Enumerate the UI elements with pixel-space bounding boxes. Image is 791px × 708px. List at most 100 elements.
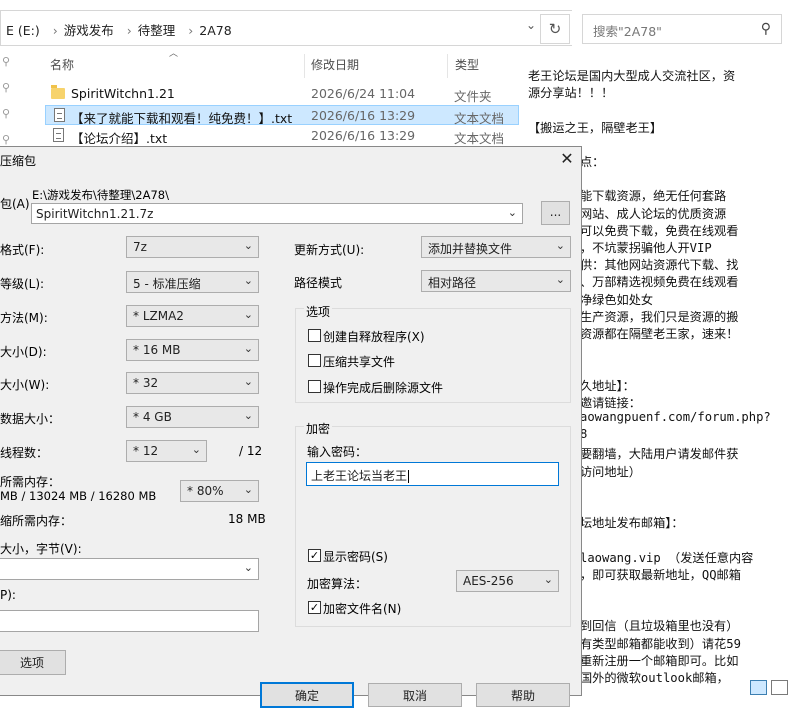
sfx-checkbox[interactable] xyxy=(308,329,321,342)
threads-select[interactable]: * 12 ⌄ xyxy=(126,440,207,462)
show-password-checkbox[interactable]: ✓ xyxy=(308,549,321,562)
column-header-name[interactable]: 名称 xyxy=(50,56,74,73)
level-select[interactable]: 5 - 标准压缩 ⌄ xyxy=(126,271,259,293)
text-file-icon xyxy=(54,108,65,122)
show-password-label[interactable]: 显示密码(S) xyxy=(323,548,388,565)
chevron-down-icon: ⌄ xyxy=(243,239,253,252)
file-row-selected[interactable]: 【来了就能下载和观看！纯免费！】.txt 2026/6/16 13:29 文本文… xyxy=(45,105,519,126)
options-button[interactable]: 选项 xyxy=(0,650,66,675)
column-header-type[interactable]: 类型 xyxy=(455,56,479,73)
archive-path: E:\游戏发布\待整理\2A78\ xyxy=(32,188,169,202)
preview-line: 网站、成人论坛的优质资源 xyxy=(580,206,727,221)
password-input[interactable]: 上老王论坛当老王 xyxy=(306,462,559,486)
chevron-down-icon: ⌄ xyxy=(243,342,253,355)
solid-block-label: 数据大小： xyxy=(0,412,61,426)
column-header-date[interactable]: 修改日期 xyxy=(311,56,359,73)
chevron-down-icon: ⌄ xyxy=(555,273,565,286)
preview-line: 坛地址发布邮箱】： xyxy=(580,516,684,531)
preview-line: 【搬运之王，隔壁老王】 xyxy=(528,120,663,135)
text-cursor xyxy=(408,470,410,483)
file-date: 2026/6/16 13:29 xyxy=(311,108,416,123)
password-label: 输入密码： xyxy=(307,445,368,459)
delete-after-label[interactable]: 操作完成后删除源文件 xyxy=(323,379,443,396)
file-name: 【论坛介绍】.txt xyxy=(71,131,168,146)
threads-value: * 12 xyxy=(133,444,159,458)
word-size-select[interactable]: * 32 ⌄ xyxy=(126,372,259,394)
search-input[interactable]: 搜索"2A78" ⚲ xyxy=(582,14,782,44)
encrypt-names-checkbox[interactable]: ✓ xyxy=(308,601,321,614)
delete-after-checkbox[interactable] xyxy=(308,380,321,393)
pin-icon: ⚲ xyxy=(2,107,11,120)
dictionary-select[interactable]: * 16 MB ⌄ xyxy=(126,339,259,361)
dialog-title: 压缩包 xyxy=(0,154,37,168)
file-row[interactable]: 【论坛介绍】.txt 2026/6/16 13:29 文本文档 xyxy=(45,126,519,146)
file-type: 文本文档 xyxy=(454,111,505,126)
search-icon[interactable]: ⚲ xyxy=(761,21,771,37)
preview-line: 可以免费下载，免费在线观看 xyxy=(580,223,739,238)
archive-name-input[interactable]: SpiritWitchn1.21.7z ⌄ xyxy=(31,203,523,224)
search-placeholder: 搜索"2A78" xyxy=(593,24,662,39)
preview-line: 到回信（且垃圾箱里也没有） xyxy=(580,619,739,634)
help-button[interactable]: 帮助 xyxy=(476,683,570,707)
cancel-button[interactable]: 取消 xyxy=(368,683,462,707)
file-date: 2026/6/24 11:04 xyxy=(311,86,416,101)
parameters-input[interactable] xyxy=(0,610,259,632)
chevron-down-icon: ⌄ xyxy=(243,483,253,496)
update-mode-label: 更新方式(U): xyxy=(294,243,365,257)
chevron-down-icon[interactable]: ⌄ xyxy=(508,206,517,219)
preview-line: 老王论坛是国内大型成人交流社区，资 xyxy=(528,69,736,83)
format-label: 格式(F): xyxy=(0,243,45,257)
preview-line: 久地址】： xyxy=(580,378,635,393)
encryption-method-value: AES-256 xyxy=(463,574,514,588)
details-view-icon[interactable] xyxy=(750,680,767,695)
ok-button[interactable]: 确定 xyxy=(260,682,354,708)
shared-files-label[interactable]: 压缩共享文件 xyxy=(323,353,395,370)
breadcrumb-folder[interactable]: 待整理 xyxy=(138,23,176,38)
encryption-method-select[interactable]: AES-256 ⌄ xyxy=(456,570,559,592)
quick-access-pins: ⚲ ⚲ ⚲ ⚲ xyxy=(0,55,14,159)
update-mode-select[interactable]: 添加并替换文件 ⌄ xyxy=(421,236,571,258)
options-group-title: 选项 xyxy=(304,303,333,320)
breadcrumb-current[interactable]: 2A78 xyxy=(199,23,231,38)
chevron-down-icon[interactable]: ⌄ xyxy=(520,18,542,38)
folder-icon xyxy=(51,85,65,99)
text-file-icon xyxy=(53,128,64,142)
path-mode-label: 路径模式 xyxy=(294,276,343,290)
breadcrumb: E (E:) › 游戏发布 › 待整理 › 2A78 xyxy=(6,20,238,39)
threads-total: / 12 xyxy=(239,444,263,458)
solid-block-select[interactable]: * 4 GB ⌄ xyxy=(126,406,259,428)
pin-icon: ⚲ xyxy=(2,81,11,94)
preview-line: 生产资源，我们只是资源的搬 xyxy=(580,309,739,324)
encryption-group-title: 加密 xyxy=(304,420,333,437)
method-select[interactable]: * LZMA2 ⌄ xyxy=(126,305,259,327)
memory-compress-label: 所需内存： xyxy=(0,475,61,489)
split-volume-label: 大小，字节(V): xyxy=(0,542,82,556)
format-select[interactable]: 7z ⌄ xyxy=(126,236,259,258)
preview-line: 点： xyxy=(580,155,605,169)
threads-label: 线程数： xyxy=(0,446,49,460)
preview-line: aowangpuenf.com/forum.php? xyxy=(580,410,771,424)
preview-line: ，即可获取最新地址，QQ邮箱 xyxy=(580,567,741,582)
column-divider[interactable] xyxy=(304,54,305,78)
preview-line: 、万部精选视频免费在线观看 xyxy=(580,275,739,290)
breadcrumb-drive[interactable]: E (E:) xyxy=(6,23,40,38)
browse-button[interactable]: ... xyxy=(541,201,570,225)
refresh-icon[interactable]: ↻ xyxy=(540,14,570,44)
chevron-down-icon: ⌄ xyxy=(243,274,253,287)
memory-percent-select[interactable]: * 80% ⌄ xyxy=(180,480,259,502)
large-icons-view-icon[interactable] xyxy=(771,680,788,695)
level-label: 等级(L): xyxy=(0,277,45,291)
preview-line: 国外的微软outlook邮箱， xyxy=(580,671,729,685)
breadcrumb-folder[interactable]: 游戏发布 xyxy=(64,23,114,38)
password-value: 上老王论坛当老王 xyxy=(311,469,408,483)
file-row[interactable]: SpiritWitchn1.21 2026/6/24 11:04 文件夹 xyxy=(45,84,519,104)
shared-files-checkbox[interactable] xyxy=(308,354,321,367)
split-volume-select[interactable]: ⌄ xyxy=(0,558,259,580)
dictionary-label: 大小(D): xyxy=(0,345,47,359)
encrypt-names-label[interactable]: 加密文件名(N) xyxy=(323,600,401,617)
path-mode-select[interactable]: 相对路径 ⌄ xyxy=(421,270,571,292)
close-icon[interactable]: ✕ xyxy=(556,149,578,169)
preview-line: 要翻墙，大陆用户请发邮件获 xyxy=(580,447,739,462)
sfx-label[interactable]: 创建自释放程序(X) xyxy=(323,328,425,345)
column-divider[interactable] xyxy=(447,54,448,78)
